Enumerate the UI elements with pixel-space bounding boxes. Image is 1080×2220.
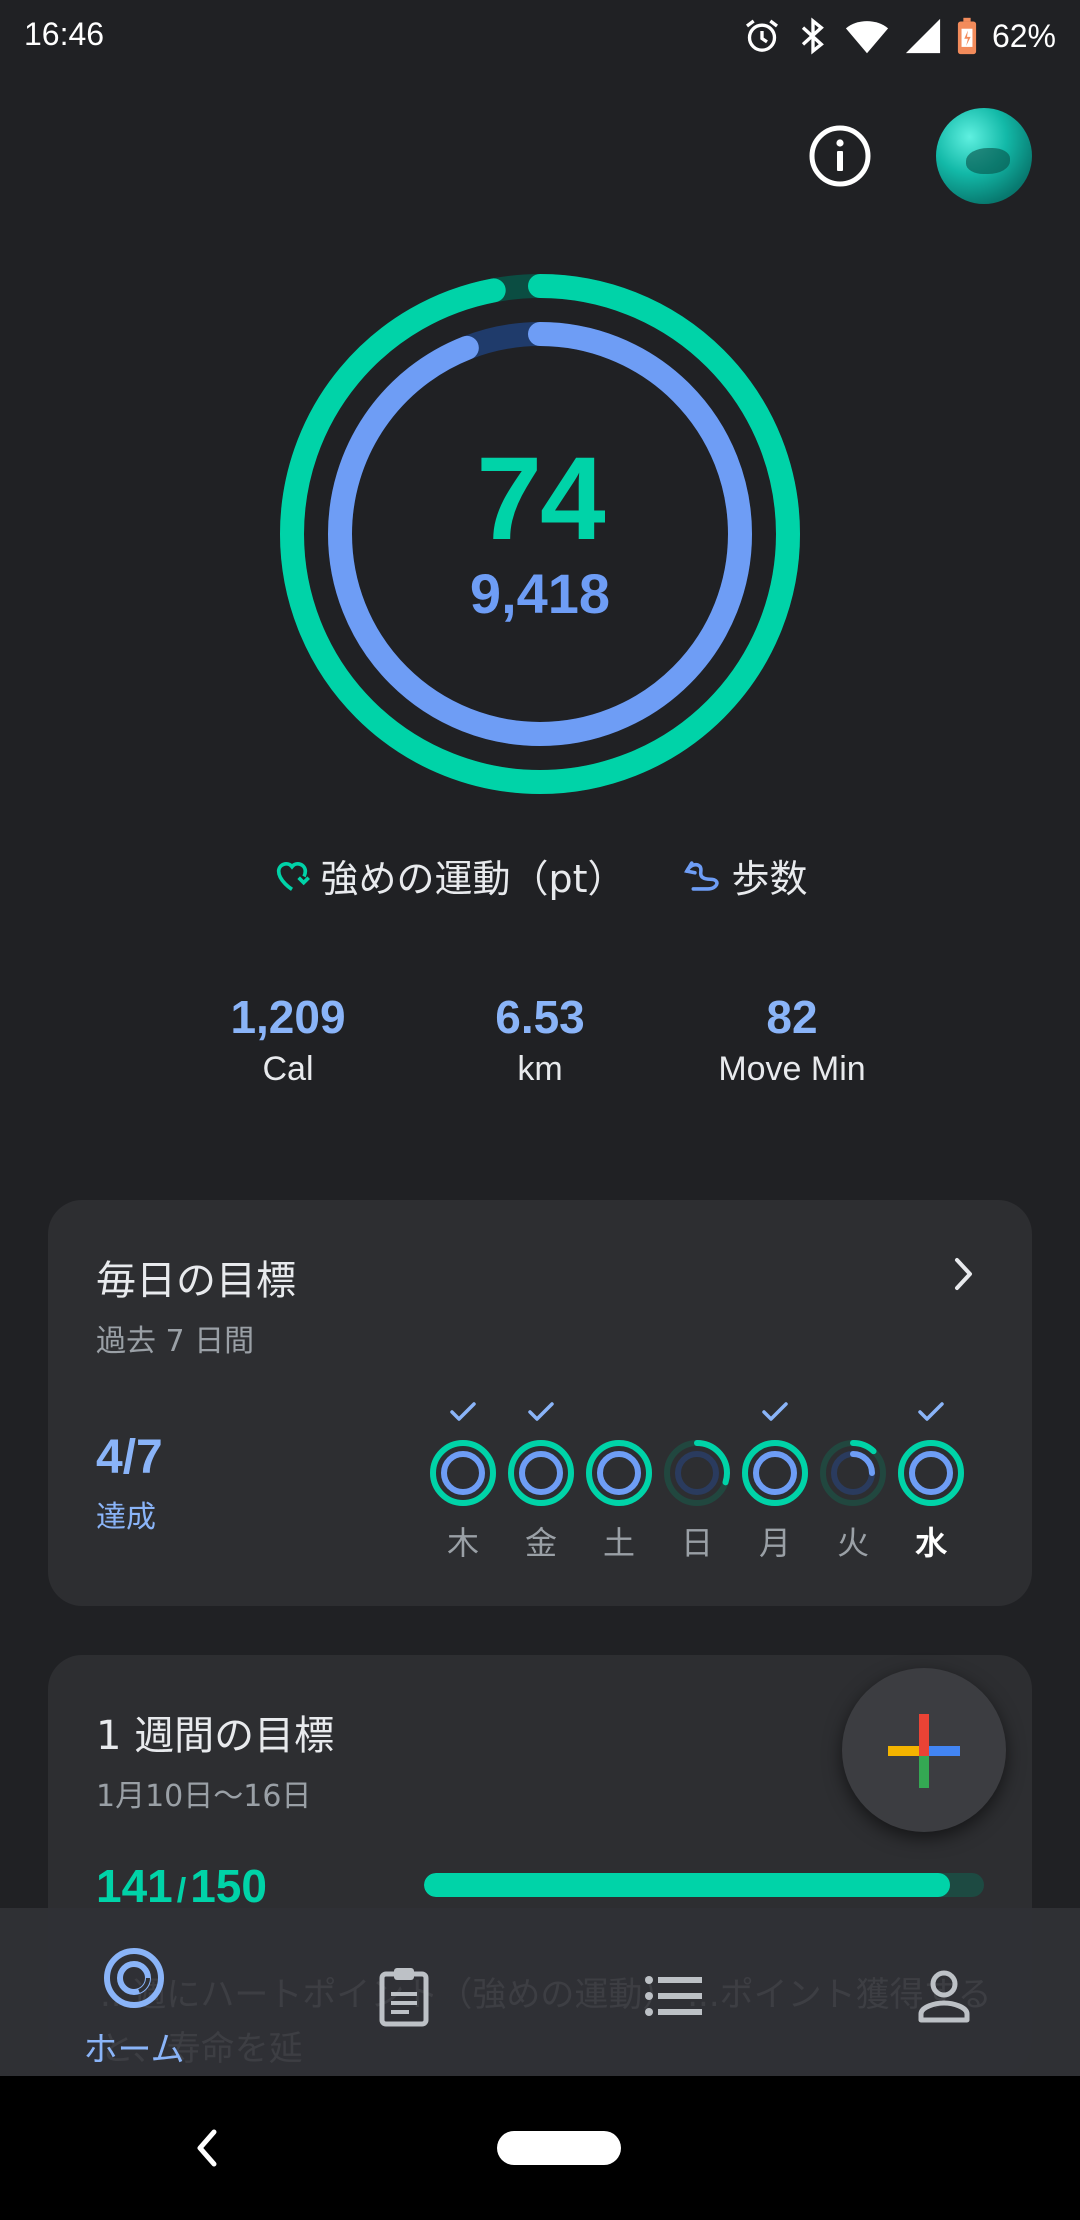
day-ring (898, 1440, 964, 1506)
day-label: 火 (836, 1524, 869, 1562)
stat-move-minutes: 82 Move Min (662, 990, 922, 1089)
battery-icon (957, 17, 977, 55)
day-label: 木 (446, 1524, 479, 1562)
nav-home[interactable]: ホーム (44, 1908, 224, 2076)
stat-label: km (517, 1050, 563, 1088)
back-icon[interactable] (190, 2122, 222, 2174)
weekly-goal-date-range: 1月10日〜16日 (96, 1779, 312, 1814)
day-column: 日 (662, 1400, 732, 1570)
day-label: 日 (680, 1524, 713, 1562)
alarm-icon (745, 19, 778, 52)
nav-browse[interactable] (584, 1908, 764, 2076)
heart-points-icon (277, 861, 311, 891)
day-column: 土 (584, 1400, 654, 1570)
bluetooth-icon (801, 17, 824, 55)
day-column: 火 (818, 1400, 888, 1570)
day-column: 木 (428, 1400, 498, 1570)
day-column: 水 (896, 1400, 966, 1570)
day-ring-arc (441, 1451, 485, 1495)
weekly-goal-progress-fill (424, 1873, 951, 1897)
day-ring (586, 1440, 652, 1506)
nav-profile[interactable] (854, 1908, 1034, 2076)
weekly-goal-title: 1 週間の目標 (96, 1713, 335, 1759)
signal-icon (905, 18, 941, 54)
check-icon (528, 1402, 554, 1421)
day-ring (742, 1440, 808, 1506)
stat-calories: 1,209 Cal (158, 990, 418, 1089)
check-icon (838, 1400, 868, 1424)
legend-steps: 歩数 (682, 848, 808, 903)
weekly-goal-current: 141 (96, 1860, 173, 1912)
day-ring (508, 1440, 574, 1506)
day-column: 金 (506, 1400, 576, 1570)
day-label: 金 (524, 1524, 557, 1562)
daily-goals-subtitle: 過去 7 日間 (96, 1324, 255, 1359)
status-bar: 16:46 62% (0, 0, 1080, 72)
daily-goals-card[interactable]: 毎日の目標 過去 7 日間 4/7 達成 木 金 土 日 月 火 水 (48, 1200, 1032, 1606)
info-icon (809, 125, 871, 187)
check-icon (762, 1402, 788, 1421)
daily-goals-week: 木 金 土 日 月 火 水 (428, 1400, 988, 1570)
check-icon (450, 1402, 476, 1421)
check-icon (604, 1400, 634, 1424)
stat-value: 1,209 (230, 991, 346, 1043)
day-ring (664, 1440, 730, 1506)
day-ring (430, 1440, 496, 1506)
check-icon (918, 1402, 944, 1421)
daily-goals-achieved: 4/7 (96, 1431, 163, 1484)
day-label: 水 (914, 1524, 947, 1562)
ring-legend: 強めの運動（pt） 歩数 (0, 848, 1080, 903)
day-ring (820, 1440, 886, 1506)
day-label: 土 (602, 1524, 635, 1562)
plus-icon (888, 1714, 960, 1788)
legend-heart-points: 強めの運動（pt） (272, 848, 626, 903)
wifi-icon (845, 21, 889, 54)
stat-value: 82 (766, 991, 818, 1043)
journal-icon (379, 1968, 429, 2027)
browse-icon (645, 1976, 702, 2016)
weekly-goal-value: 141/150 (96, 1859, 267, 1913)
day-ring-arc (597, 1451, 641, 1495)
nav-journal[interactable] (314, 1908, 494, 2076)
legend-steps-label: 歩数 (731, 857, 808, 901)
day-column: 月 (740, 1400, 810, 1570)
add-activity-button[interactable] (842, 1668, 1006, 1832)
day-ring-arc (753, 1451, 797, 1495)
nav-home-label: ホーム (83, 2030, 185, 2070)
weekly-goal-target: 150 (190, 1860, 267, 1912)
status-time: 16:46 (24, 16, 105, 52)
check-icon (682, 1400, 712, 1424)
steps-value: 9,418 (469, 562, 611, 625)
battery-percent: 62% (991, 17, 1056, 54)
steps-icon (683, 860, 719, 891)
stat-value: 6.53 (495, 991, 585, 1043)
stat-distance: 6.53 km (410, 990, 670, 1089)
day-label: 月 (758, 1524, 791, 1562)
status-icons: 62% (742, 12, 1056, 60)
system-navigation-bar (0, 2076, 1080, 2220)
weekly-goal-separator: / (176, 1872, 187, 1910)
stat-label: Move Min (718, 1050, 866, 1088)
legend-heart-points-label: 強めの運動（pt） (320, 857, 626, 901)
stat-label: Cal (262, 1050, 314, 1088)
info-button[interactable] (806, 122, 874, 190)
weekly-goal-progress-bar (424, 1873, 984, 1897)
bottom-navigation: ...週にハートポイント（強めの運動） ...ポイント獲得すると、寿命を延 ホー… (0, 1908, 1080, 2076)
home-icon (104, 1948, 164, 2008)
daily-goals-title: 毎日の目標 (96, 1258, 296, 1304)
profile-icon (918, 1970, 970, 2023)
chevron-right-icon[interactable] (948, 1254, 978, 1294)
avatar[interactable] (936, 108, 1032, 204)
home-pill-button[interactable] (497, 2131, 621, 2165)
day-ring-arc (519, 1451, 563, 1495)
heart-points-value: 74 (476, 433, 605, 565)
ring-center: 74 9,418 (276, 440, 804, 622)
day-ring-arc (909, 1451, 953, 1495)
daily-goals-achieved-label: 達成 (96, 1500, 156, 1535)
